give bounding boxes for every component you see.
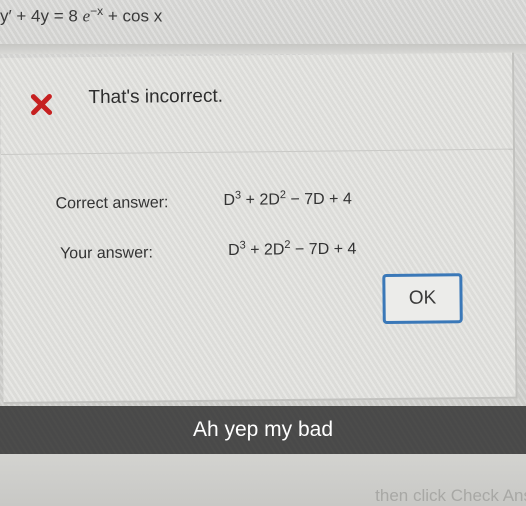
close-icon: [30, 93, 53, 116]
instruction-text: then click Check Ans: [375, 486, 526, 505]
caption-text: Ah yep my bad: [192, 418, 334, 441]
correct-answer-label: Correct answer:: [55, 194, 169, 213]
equation-rhs: + cos x: [107, 6, 163, 26]
status-text: That's incorrect.: [88, 85, 224, 109]
feedback-dialog: That's incorrect. Correct answer: D3 + 2…: [0, 52, 518, 404]
your-answer-label: Your answer:: [59, 244, 153, 263]
equation-exponent: −x: [90, 4, 104, 18]
dialog-header: That's incorrect.: [0, 52, 513, 155]
correct-answer-value: D3 + 2D2 − 7D + 4: [223, 189, 352, 209]
your-answer-value: D3 + 2D2 − 7D + 4: [227, 238, 357, 259]
instruction-area: then click Check Ans: [0, 454, 526, 506]
ok-button[interactable]: OK: [382, 273, 463, 325]
equation-lhs: y′ + 4y = 8: [0, 6, 78, 26]
caption-bar: Ah yep my bad: [0, 406, 526, 454]
screen: y′ + 4y = 8 e−x + cos x That's incorrect…: [0, 0, 526, 506]
problem-equation: y′ + 4y = 8 e−x + cos x: [0, 0, 162, 28]
equation-e: e: [82, 6, 91, 26]
